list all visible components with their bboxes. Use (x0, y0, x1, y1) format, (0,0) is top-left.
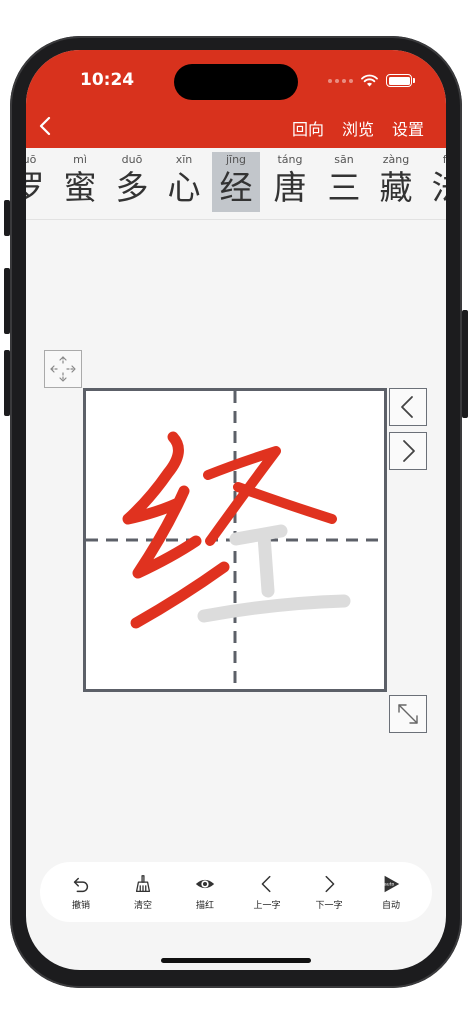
char-hanzi: 心 (167, 168, 201, 207)
move-arrows-icon (50, 356, 76, 382)
resize-diagonal-icon (398, 704, 418, 724)
nav-actions: 回向 浏览 设置 (292, 116, 424, 140)
wifi-icon (361, 74, 378, 87)
writing-grid[interactable] (83, 388, 387, 692)
guide-strokes (197, 524, 351, 623)
char-item-2[interactable]: duō 多 (108, 152, 156, 212)
auto-play-icon: auto (384, 875, 400, 893)
chevron-left-icon (261, 875, 271, 893)
chevron-right-icon (325, 875, 335, 893)
trace-button[interactable]: 描红 (175, 873, 235, 911)
chevron-right-icon (403, 440, 415, 462)
char-hanzi: 唐 (273, 168, 307, 207)
prev-char-button[interactable]: 上一字 (237, 873, 297, 911)
dedication-button[interactable]: 回向 (292, 116, 324, 140)
undo-label: 撤销 (71, 901, 90, 911)
written-strokes (122, 431, 337, 629)
char-hanzi: 蜜 (63, 168, 97, 207)
undo-button[interactable]: 撤销 (51, 873, 111, 911)
char-item-3[interactable]: xīn 心 (160, 152, 208, 212)
next-char-button[interactable]: 下一字 (299, 873, 359, 911)
app-screen: 10:24 回向 浏览 设置 luō 罗 mì 蜜 (26, 50, 446, 970)
char-pinyin: jīng (225, 153, 247, 166)
eye-icon (195, 879, 215, 889)
browse-button[interactable]: 浏览 (342, 116, 374, 140)
char-pinyin: xīn (175, 153, 193, 166)
move-grid-handle[interactable] (44, 350, 82, 388)
char-pinyin: zàng (382, 153, 410, 166)
char-hanzi: 藏 (379, 168, 413, 207)
char-hanzi: 经 (219, 168, 253, 207)
trace-label: 描红 (195, 901, 214, 911)
auto-label: 自动 (381, 901, 400, 911)
status-indicators (328, 74, 415, 87)
char-hanzi: 三 (327, 168, 361, 207)
signal-icon (328, 78, 353, 83)
bottom-toolbar: 撤销 清空 描红 上一字 下一字 auto 自动 (40, 862, 432, 922)
char-pinyin: táng (277, 153, 303, 166)
undo-icon (73, 877, 89, 893)
char-item-4-selected[interactable]: jīng 经 (212, 152, 260, 212)
writing-canvas[interactable] (86, 391, 384, 689)
chevron-left-icon (401, 396, 413, 418)
resize-grid-handle[interactable] (389, 695, 427, 733)
char-item-1[interactable]: mì 蜜 (56, 152, 104, 212)
character-strip[interactable]: luō 罗 mì 蜜 duō 多 xīn 心 jīng 经 táng 唐 sān… (26, 148, 446, 220)
status-time: 10:24 (80, 70, 135, 90)
char-item-0[interactable]: luō 罗 (26, 152, 52, 212)
settings-button[interactable]: 设置 (392, 116, 424, 140)
char-hanzi: 法 (424, 168, 447, 208)
clear-label: 清空 (133, 901, 152, 911)
char-item-7[interactable]: zàng 藏 (372, 152, 420, 212)
auto-play-button[interactable]: auto 自动 (361, 873, 421, 911)
char-item-6[interactable]: sān 三 (320, 152, 368, 212)
clear-button[interactable]: 清空 (113, 873, 173, 911)
char-hanzi: 罗 (26, 168, 45, 207)
power-button (462, 310, 468, 418)
char-hanzi: 多 (115, 168, 149, 207)
broom-icon (135, 875, 151, 892)
char-item-8[interactable]: fǎ 法 (424, 152, 447, 212)
prev-char-label: 上一字 (253, 901, 281, 911)
char-pinyin: mì (73, 153, 87, 166)
auto-badge-text: auto (384, 881, 395, 887)
app-header: 10:24 回向 浏览 设置 (26, 50, 446, 148)
next-stroke-button[interactable] (389, 432, 427, 470)
back-arrow-icon[interactable] (34, 114, 58, 138)
char-pinyin: fǎ (442, 153, 446, 166)
battery-icon (386, 74, 415, 87)
char-pinyin: sān (334, 153, 354, 166)
home-indicator (161, 958, 311, 963)
char-item-5[interactable]: táng 唐 (266, 152, 314, 212)
char-pinyin: duō (121, 153, 143, 166)
next-char-label: 下一字 (315, 901, 343, 911)
dynamic-island (174, 64, 298, 100)
char-pinyin: luō (26, 153, 37, 166)
prev-stroke-button[interactable] (389, 388, 427, 426)
